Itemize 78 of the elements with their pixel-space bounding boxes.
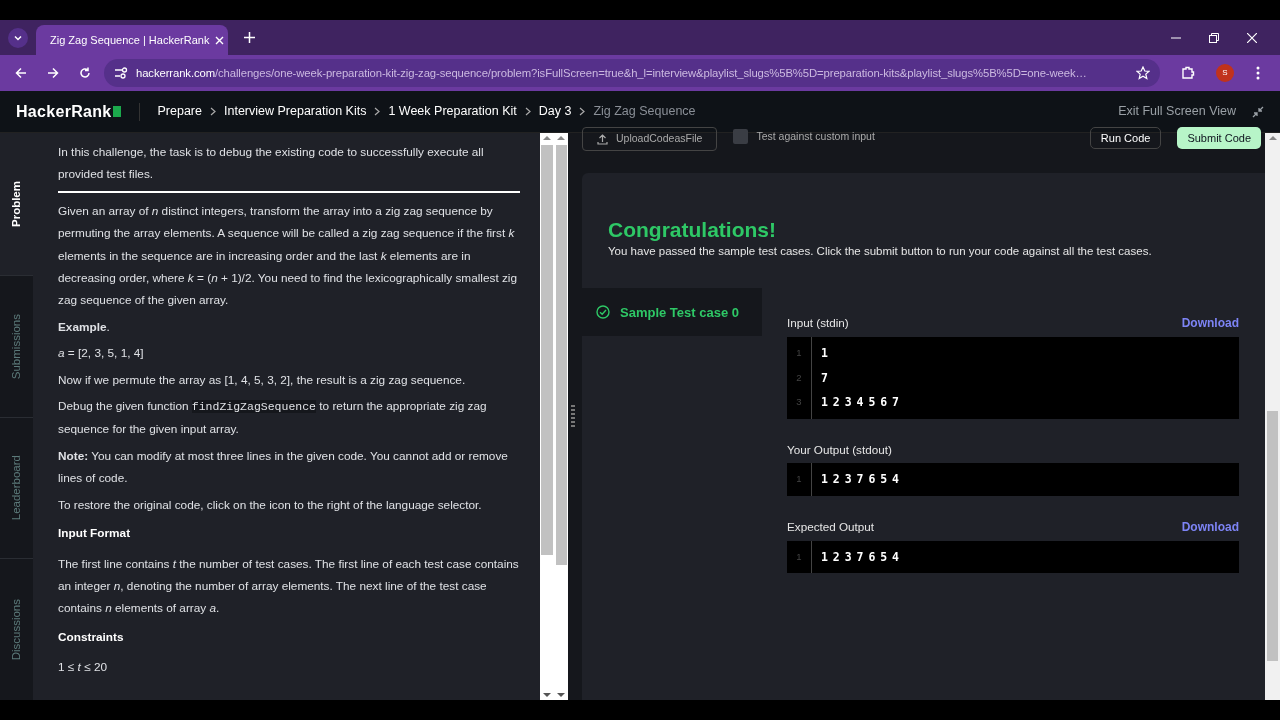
code-line: 1 2 3 7 6 5 4 bbox=[820, 471, 900, 489]
success-title: Congratulations! bbox=[608, 217, 777, 243]
line-number: 2 bbox=[795, 370, 803, 385]
star-icon[interactable] bbox=[1136, 66, 1150, 80]
success-message: You have passed the sample test cases. Click the submit button to run your code against all the test cases. bbox=[608, 244, 1153, 259]
collapse-icon[interactable] bbox=[1252, 105, 1264, 118]
exit-full-screen-link[interactable]: Exit Full Screen View bbox=[1118, 102, 1236, 121]
run-code-button[interactable]: Run Code bbox=[1089, 127, 1162, 149]
address-field[interactable]: hackerrank.com/challenges/one-week-preparation-kit-zig-zag-sequence/problem?isFullScreen=true&h_l=interview&playlist_slugs%5B%5D=preparation-kits&playlist_slugs%5B%5D=one-week… bbox=[104, 59, 1160, 87]
breadcrumb-link[interactable]: Zig Zag Sequence bbox=[593, 102, 696, 121]
problem-paragraph: Example. bbox=[58, 318, 111, 336]
breadcrumb-link[interactable]: Prepare bbox=[157, 102, 202, 121]
line-number: 1 bbox=[795, 346, 803, 361]
problem-paragraph: a = [2, 3, 5, 1, 4] bbox=[58, 345, 145, 363]
section-label: Input (stdin) bbox=[787, 315, 849, 332]
scrollbar-thumb[interactable] bbox=[1267, 411, 1278, 661]
section-label: Your Output (stdout) bbox=[787, 441, 892, 458]
upload-icon bbox=[597, 133, 608, 145]
scrollbar-thumb[interactable] bbox=[555, 145, 567, 565]
test-case-tab[interactable]: Sample Test case 0 bbox=[582, 288, 762, 337]
reload-icon bbox=[79, 67, 91, 79]
tab-title: Zig Zag Sequence | HackerRank bbox=[50, 32, 210, 48]
minimize-icon bbox=[1171, 36, 1181, 39]
problem-paragraph: To restore the original code, click on the icon to the right of the language selector. bbox=[58, 496, 483, 514]
check-circle-icon bbox=[596, 305, 610, 320]
breadcrumb-link[interactable]: Day 3 bbox=[538, 102, 572, 121]
chevron-right-icon bbox=[579, 107, 586, 116]
splitter-handle[interactable] bbox=[571, 404, 575, 429]
side-tab[interactable]: Problem bbox=[7, 180, 26, 227]
close-icon bbox=[215, 35, 225, 45]
breadcrumb-link[interactable]: Interview Preparation Kits bbox=[224, 102, 367, 121]
side-tab[interactable]: Submissions bbox=[7, 313, 26, 379]
section-label: Expected Output bbox=[787, 518, 875, 535]
chevron-right-icon bbox=[524, 107, 531, 116]
code-line: 1 bbox=[820, 345, 829, 363]
tab-list-button[interactable] bbox=[8, 27, 28, 48]
line-number: 1 bbox=[795, 472, 803, 487]
plus-icon bbox=[244, 32, 255, 43]
problem-paragraph: Debug the given function findZigZagSequence to return the appropriate zig zag sequence for the given input array. bbox=[58, 398, 488, 439]
browser-tab[interactable]: Zig Zag Sequence | HackerRank bbox=[36, 25, 228, 55]
code-line: 7 bbox=[820, 369, 829, 387]
breadcrumb-link[interactable]: 1 Week Preparation Kit bbox=[388, 102, 517, 121]
close-icon bbox=[1247, 32, 1257, 43]
download-link[interactable]: Download bbox=[1181, 314, 1239, 333]
menu-icon bbox=[1256, 66, 1260, 80]
profile-avatar[interactable]: S bbox=[1216, 64, 1234, 82]
upload-file-button[interactable]: UploadCodeasFile bbox=[582, 127, 718, 151]
problem-paragraph: The first line contains t the number of test cases. The first line of each test case contains an integer n, denoting the number of array elements. The next line of the test case contains n elements of array a. bbox=[58, 555, 520, 618]
problem-paragraph: In this challenge, the task is to debug the existing code to successfully execute all provided test files. bbox=[58, 144, 485, 184]
problem-paragraph: 1 ≤ t ≤ 20 bbox=[58, 659, 109, 677]
line-number: 1 bbox=[795, 549, 803, 564]
logo[interactable]: HackerRank bbox=[16, 99, 121, 124]
section-heading: Constraints bbox=[58, 628, 125, 646]
forward-arrow-icon bbox=[47, 67, 59, 79]
code-line: 1 2 3 4 5 6 7 bbox=[820, 394, 900, 412]
puzzle-icon bbox=[1181, 66, 1195, 80]
site-settings-icon bbox=[114, 67, 128, 79]
code-line: 1 2 3 7 6 5 4 bbox=[820, 548, 900, 566]
custom-input-checkbox[interactable] bbox=[733, 129, 749, 145]
back-arrow-icon bbox=[15, 67, 27, 79]
section-heading: Input Format bbox=[58, 525, 132, 543]
url-text: hackerrank.com/challenges/one-week-preparation-kit-zig-zag-sequence/problem?isFullScreen=true&h_l=interview&playlist_slugs%5B%5D=preparation-kits&playlist_slugs%5B%5D=one-week… bbox=[136, 65, 1087, 81]
custom-input-label: Test against custom input bbox=[756, 129, 875, 144]
side-tab[interactable]: Leaderboard bbox=[7, 455, 26, 521]
new-tab-button[interactable] bbox=[244, 32, 255, 43]
scrollbar-thumb[interactable] bbox=[541, 145, 553, 555]
problem-paragraph: Note: You can modify at most three lines in the given code. You cannot add or remove lines of code. bbox=[58, 447, 509, 488]
chevron-right-icon bbox=[210, 107, 216, 116]
chevron-right-icon bbox=[374, 107, 381, 116]
download-link[interactable]: Download bbox=[1181, 517, 1239, 536]
problem-paragraph: Given an array of n distinct integers, transform the array into a zig zag sequence by permuting the array elements. A sequence will be called a zig zag sequence if the first k elements in the sequence are in increasing order and the last k elements are in decreasing order, where k = (n + 1)/2. You need to find the lexicographically smallest zig zag sequence of the given array. bbox=[58, 202, 519, 310]
scroll-up-icon[interactable] bbox=[1268, 135, 1277, 141]
line-number: 3 bbox=[795, 395, 803, 410]
submit-code-button[interactable]: Submit Code bbox=[1177, 127, 1261, 149]
close-tab-button[interactable] bbox=[215, 35, 225, 45]
side-tab[interactable]: Discussions bbox=[7, 598, 26, 661]
restore-icon bbox=[1209, 32, 1219, 43]
problem-paragraph: Now if we permute the array as [1, 4, 5, 3, 2], the result is a zig zag sequence. bbox=[58, 371, 467, 389]
